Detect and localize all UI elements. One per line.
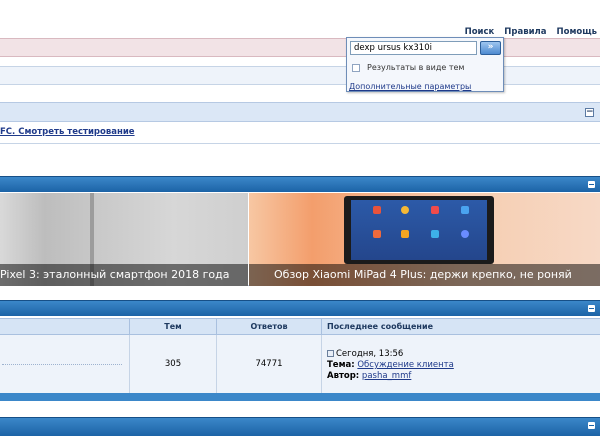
top-links: Поиск Правила Помощь [458, 27, 597, 37]
news-header: − [0, 102, 600, 122]
slide-2[interactable]: Обзор Xiaomi MiPad 4 Plus: держи крепко,… [249, 193, 600, 286]
rules-link[interactable]: Правила [504, 27, 546, 37]
app-icon [461, 230, 469, 238]
post-icon [327, 350, 334, 357]
last-post-date: Сегодня, 13:56 [336, 349, 404, 359]
last-post-topic-line: Тема: Обсуждение клиента [327, 360, 454, 370]
results-as-topics-checkbox[interactable] [352, 64, 360, 72]
search-link[interactable]: Поиск [465, 27, 495, 37]
author-label: Автор: [327, 371, 360, 381]
app-icon [373, 230, 381, 238]
last-post-cell: Сегодня, 13:56 Тема: Обсуждение клиента … [321, 335, 600, 393]
app-icon [373, 206, 381, 214]
minimize-icon[interactable] [588, 422, 595, 429]
forum-row: 305 74771 Сегодня, 13:56 Тема: Обсуждени… [0, 335, 600, 393]
collapse-icon[interactable]: − [585, 108, 594, 117]
app-icon [401, 206, 409, 214]
app-icon [431, 230, 439, 238]
forum-table-header: Тем Ответов Последнее сообщение [0, 318, 600, 335]
help-link[interactable]: Помощь [556, 27, 597, 37]
replies-header: Ответов [216, 319, 321, 334]
last-post-date-line: Сегодня, 13:56 [327, 349, 403, 359]
last-post-author-line: Автор: pasha_mmf [327, 371, 411, 381]
news-link[interactable]: FC. Смотреть тестирование [0, 127, 135, 137]
tablet-screen [351, 200, 487, 260]
app-icon [431, 206, 439, 214]
tablet-image [344, 196, 494, 264]
news-row: FC. Смотреть тестирование [0, 122, 600, 144]
last-post-header: Последнее сообщение [321, 319, 600, 334]
info-bar [0, 66, 600, 85]
topics-header: Тем [129, 319, 216, 334]
author-link[interactable]: pasha_mmf [362, 371, 411, 381]
notice-bar [0, 38, 600, 57]
search-go-button[interactable]: » [480, 41, 501, 55]
forum-footer-bar [0, 393, 600, 401]
app-icon [401, 230, 409, 238]
divider [2, 364, 122, 365]
search-popup: » Результаты в виде тем Дополнительные п… [346, 37, 504, 92]
app-icon [461, 206, 469, 214]
minimize-icon[interactable] [588, 305, 595, 312]
news-slider: Pixel 3: эталонный смартфон 2018 года Об… [0, 193, 600, 286]
topics-count: 305 [129, 335, 216, 393]
checkbox-label: Результаты в виде тем [367, 63, 465, 72]
advanced-search-link[interactable]: Дополнительные параметры [349, 82, 471, 91]
minimize-icon[interactable] [588, 181, 595, 188]
topic-label: Тема: [327, 360, 355, 370]
topic-link[interactable]: Обсуждение клиента [357, 360, 453, 370]
bottom-header [0, 417, 600, 436]
search-input[interactable] [350, 41, 477, 55]
slider-header [0, 176, 600, 192]
forum-header [0, 300, 600, 316]
slide-1[interactable]: Pixel 3: эталонный смартфон 2018 года [0, 193, 248, 286]
slide-1-caption[interactable]: Pixel 3: эталонный смартфон 2018 года [0, 264, 248, 286]
replies-count: 74771 [216, 335, 321, 393]
slide-2-caption[interactable]: Обзор Xiaomi MiPad 4 Plus: держи крепко,… [249, 264, 600, 286]
